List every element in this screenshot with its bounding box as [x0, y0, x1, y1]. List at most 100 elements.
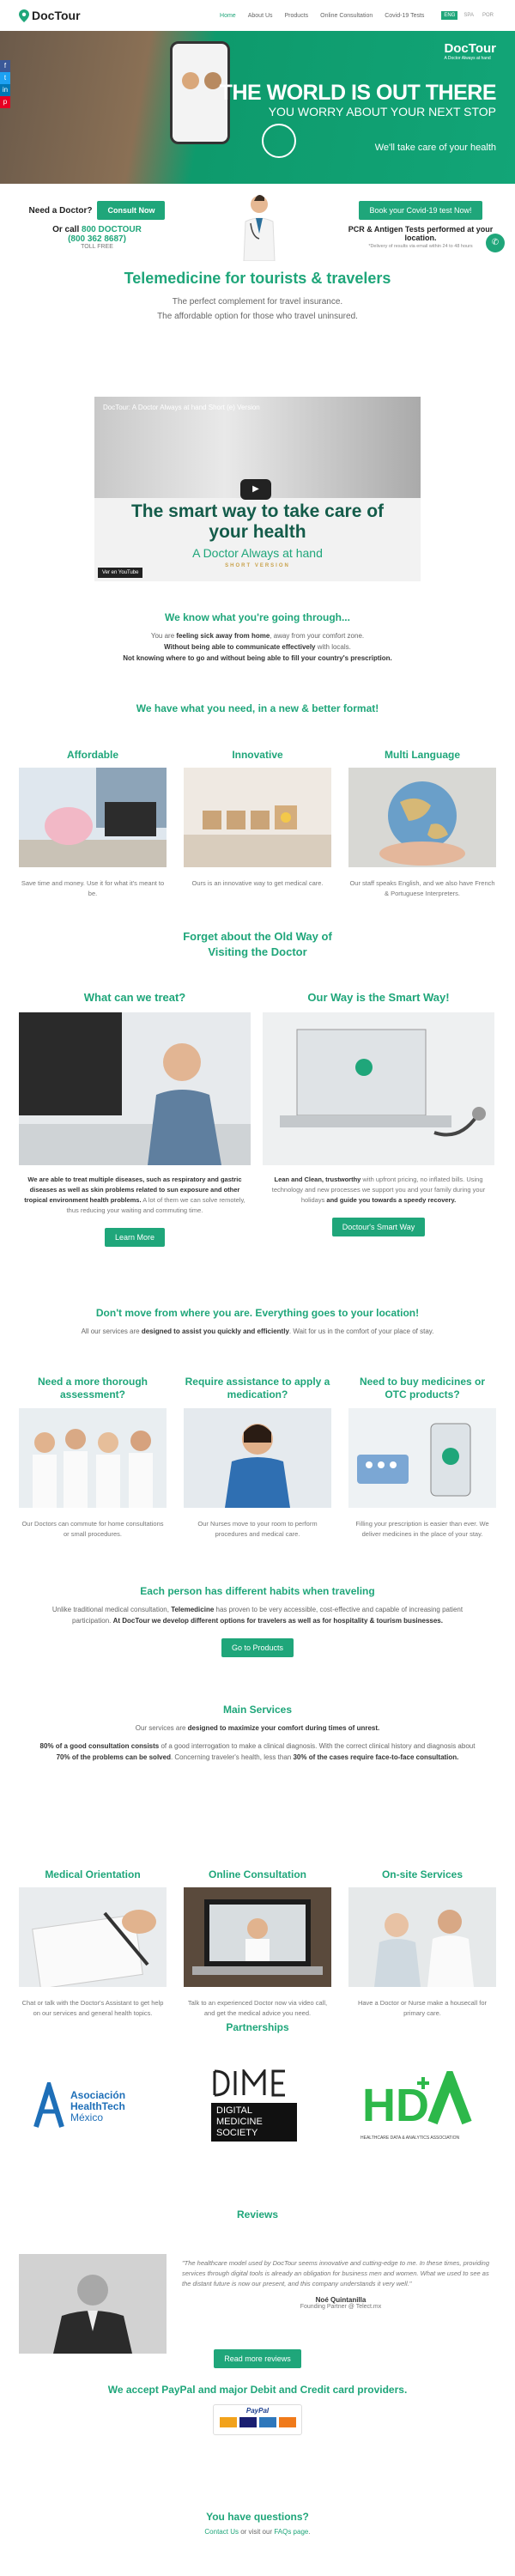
- nav-online-consultation[interactable]: Online Consultation: [320, 13, 373, 19]
- telemedicine-line-2: The affordable option for those who trav…: [157, 312, 358, 321]
- dont-move-title: Don't move from where you are. Everythin…: [95, 1307, 420, 1319]
- covid-booking: Book your Covid-19 test Now! PCR & Antig…: [343, 201, 498, 249]
- location-circle-icon: [262, 124, 296, 158]
- smart-text: Lean and Clean, trustworthy with upfront…: [263, 1175, 494, 1206]
- hero-headline: THE WORLD IS OUT THERE: [219, 81, 497, 105]
- svg-text:HD: HD: [362, 2080, 429, 2131]
- reviews-button-row: Read more reviews: [0, 2349, 515, 2368]
- discover-icon: [278, 2417, 296, 2427]
- hero-brand-name: DocTour: [444, 41, 496, 56]
- review-card: "The healthcare model used by DocTour se…: [182, 2258, 500, 2310]
- lang-eng[interactable]: ENG: [441, 11, 458, 20]
- going-through-title: We know what you're going through...: [165, 611, 350, 623]
- video-embed[interactable]: DocTour: A Doctor Always at hand Short (…: [94, 397, 421, 581]
- or-call-label: Or call: [52, 225, 80, 234]
- main-nav: Home About Us Products Online Consultati…: [220, 11, 496, 20]
- service-title: Medical Orientation: [45, 1868, 141, 1880]
- through-line-1b: feeling sick away from home: [176, 632, 270, 640]
- assist-title: Require assistance to apply a medication…: [185, 1376, 330, 1400]
- questions-text: Contact Us or visit our FAQs page.: [0, 2526, 515, 2537]
- hero-brand: DocTour A Doctor Always at hand: [444, 41, 496, 61]
- main-services-l2e: 30% of the cases require face-to-face co…: [293, 1753, 459, 1761]
- feature-title: Innovative: [232, 749, 283, 761]
- video-title[interactable]: DocTour: A Doctor Always at hand Short (…: [103, 404, 260, 411]
- smart-title: Our Way is the Smart Way!: [307, 991, 450, 1004]
- smart-text-bold: Lean and Clean, trustworthy: [274, 1176, 361, 1183]
- laptop-stethoscope-image: [263, 1012, 494, 1165]
- nav-covid-tests[interactable]: Covid-19 Tests: [385, 13, 424, 19]
- linkedin-icon[interactable]: in: [0, 84, 10, 96]
- dont-move-text-b: designed to assist you quickly and effic…: [141, 1327, 289, 1335]
- through-line-1a: You are: [150, 632, 177, 640]
- service-medical-orientation: Medical Orientation Chat or talk with th…: [19, 1868, 167, 2019]
- globe-image: [348, 768, 496, 867]
- housecall-image: [348, 1887, 496, 1987]
- assist-title: Need a more thorough assessment?: [37, 1376, 148, 1400]
- phone-number[interactable]: (800 362 8687): [24, 234, 170, 244]
- logo-text: DocTour: [32, 9, 81, 22]
- partner3-text: HEALTHCARE DATA & ANALYTICS ASSOCIATION: [360, 2136, 460, 2141]
- treat-text: We are able to treat multiple diseases, …: [19, 1175, 251, 1216]
- twitter-icon[interactable]: t: [0, 72, 10, 84]
- partnerships-title: Partnerships: [226, 2021, 289, 2033]
- smart-way-button[interactable]: Doctour's Smart Way: [331, 1218, 426, 1236]
- play-icon[interactable]: ▶: [240, 479, 271, 500]
- payment-methods-badge: PayPal: [213, 2404, 302, 2435]
- book-covid-test-button[interactable]: Book your Covid-19 test Now!: [359, 201, 482, 220]
- main-services-l2b: of a good interrogation to make a clinic…: [159, 1742, 476, 1750]
- assist-title: Need to buy medicines or OTC products?: [359, 1376, 486, 1400]
- nav-about[interactable]: About Us: [248, 13, 273, 19]
- service-text: Talk to an experienced Doctor now via vi…: [187, 1999, 328, 2017]
- habits-text-d: At DocTour we develop different options …: [112, 1617, 443, 1625]
- main-services-l2c: 70% of the problems can be solved: [56, 1753, 171, 1761]
- faqs-link[interactable]: FAQs page: [274, 2528, 308, 2536]
- lang-spa[interactable]: SPA: [461, 11, 476, 20]
- review-quote: "The healthcare model used by DocTour se…: [182, 2259, 490, 2287]
- consult-now-button[interactable]: Consult Now: [97, 201, 166, 220]
- service-on-site: On-site Services Have a Doctor or Nurse …: [348, 1868, 496, 2019]
- go-to-products-button[interactable]: Go to Products: [221, 1638, 294, 1657]
- pinterest-icon[interactable]: p: [0, 96, 10, 108]
- assist-medicines: Need to buy medicines or OTC products? F…: [348, 1376, 496, 1540]
- watch-on-youtube-button[interactable]: Ver en YouTube: [98, 568, 143, 578]
- assist-assessment: Need a more thorough assessment? Our Doc…: [19, 1376, 167, 1540]
- wooden-blocks-image: [184, 768, 331, 867]
- feature-text: Our staff speaks English, and we also ha…: [349, 879, 495, 897]
- habits-text-a: Unlike traditional medical consultation,: [52, 1606, 172, 1613]
- dont-move-section: Don't move from where you are. Everythin…: [0, 1307, 515, 1337]
- visa-icon: [239, 2417, 257, 2427]
- going-through-section: We know what you're going through... You…: [0, 611, 515, 664]
- questions-title: You have questions?: [206, 2511, 309, 2523]
- partner-healthtech-mexico[interactable]: Asociación HealthTech México: [33, 2076, 161, 2136]
- phone-link[interactable]: 800 DOCTOUR: [82, 225, 142, 234]
- hero-tagline: We'll take care of your health: [374, 143, 496, 153]
- healthtech-logo-icon: [33, 2082, 64, 2128]
- covid-test-text: PCR & Antigen Tests performed at your lo…: [348, 225, 494, 242]
- telemedicine-title: Telemedicine for tourists & travelers: [124, 270, 391, 287]
- assist-text: Filling your prescription is easier than…: [355, 1520, 489, 1538]
- learn-more-button[interactable]: Learn More: [104, 1228, 166, 1247]
- top-navbar: DocTour Home About Us Products Online Co…: [0, 0, 515, 31]
- nav-home[interactable]: Home: [220, 13, 236, 19]
- facebook-icon[interactable]: f: [0, 60, 10, 72]
- feature-multi-language: Multi Language Our staff speaks English,…: [348, 749, 496, 899]
- contact-us-link[interactable]: Contact Us: [204, 2528, 239, 2536]
- partner-hdaa[interactable]: HD HEALTHCARE DATA & ANALYTICS ASSOCIATI…: [360, 2063, 481, 2148]
- site-logo[interactable]: DocTour: [19, 9, 81, 22]
- amex-icon: [258, 2417, 276, 2427]
- partner-digital-medicine-society[interactable]: DIGITAL MEDICINE SOCIETY: [211, 2067, 297, 2148]
- assist-medication: Require assistance to apply a medication…: [184, 1376, 331, 1540]
- hero-subheadline: YOU WORRY ABOUT YOUR NEXT STOP: [268, 105, 496, 118]
- hdaa-logo-icon: HD: [362, 2063, 472, 2131]
- video-short-label: SHORT VERSION: [225, 563, 290, 568]
- read-more-reviews-button[interactable]: Read more reviews: [214, 2349, 301, 2368]
- writing-notes-image: [19, 1887, 167, 1990]
- paypal-logo: PayPal: [245, 2407, 270, 2415]
- questions-section: You have questions? Contact Us or visit …: [0, 2511, 515, 2537]
- habits-text: Unlike traditional medical consultation,…: [0, 1604, 515, 1626]
- feature-title: Multi Language: [385, 749, 460, 761]
- nav-products[interactable]: Products: [285, 13, 309, 19]
- doctor-avatar: [182, 72, 199, 89]
- chat-icon[interactable]: ✆: [486, 234, 505, 252]
- lang-por[interactable]: POR: [480, 11, 496, 20]
